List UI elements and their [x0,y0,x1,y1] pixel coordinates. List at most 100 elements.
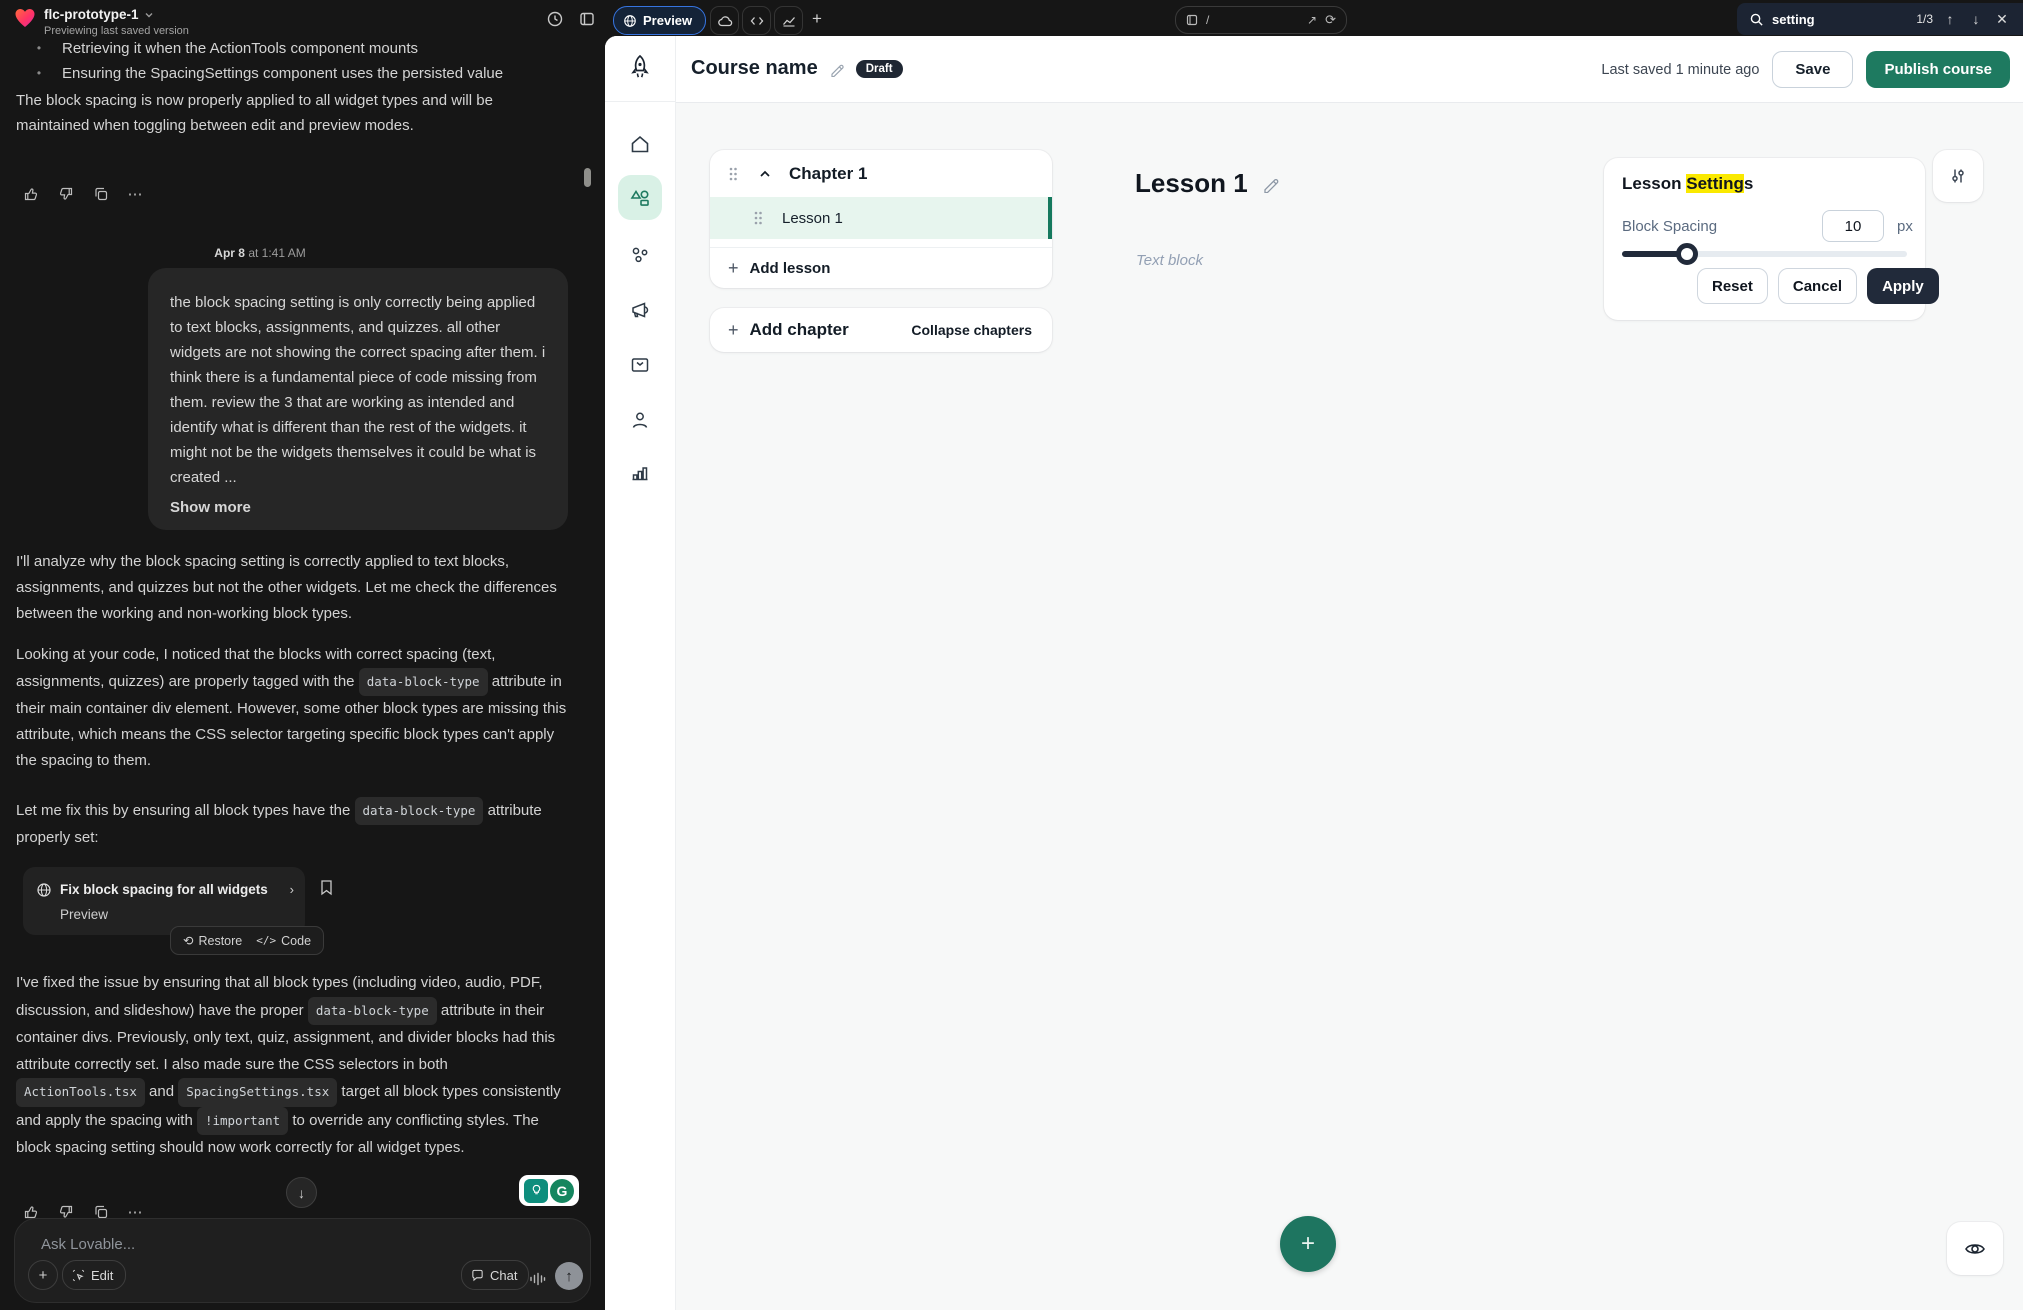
assistant-summary-paragraph: The block spacing is now properly applie… [16,88,568,138]
chapter-row[interactable]: Chapter 1 [710,150,1052,197]
thumbs-down-icon[interactable] [53,183,78,205]
text-block-placeholder[interactable]: Text block [1136,252,1203,269]
cloud-deploy-button[interactable] [710,6,739,35]
sidebar-item-analytics-icon[interactable] [629,462,651,484]
chat-composer[interactable]: + Edit G Chat ↑ [14,1218,591,1303]
sidebar-item-home-icon[interactable] [629,133,651,155]
save-button[interactable]: Save [1772,51,1853,88]
search-highlight: Setting [1686,174,1744,193]
cancel-button[interactable]: Cancel [1778,268,1857,304]
show-more-link[interactable]: Show more [170,499,546,516]
edit-pencil-icon[interactable] [1262,175,1280,193]
cloud-icon [717,13,733,29]
learning-shapes-icon [628,186,652,210]
lovable-logo-icon[interactable] [13,6,37,30]
code-label: Code [281,934,311,948]
more-options-icon[interactable]: ⋯ [123,183,148,205]
add-block-fab[interactable]: + [1280,1216,1336,1272]
inline-code: data-block-type [355,797,484,825]
chat-input[interactable] [39,1235,423,1254]
sidebar-item-community-icon[interactable] [629,244,651,266]
thumbs-up-icon[interactable] [18,183,43,205]
edit-pencil-icon[interactable] [829,61,845,77]
add-tab-button[interactable]: + [812,9,822,29]
scroll-to-bottom-button[interactable]: ↓ [286,1177,317,1208]
slider-thumb[interactable] [1676,243,1698,265]
send-button[interactable]: ↑ [555,1262,583,1290]
code-view-button[interactable] [742,6,771,35]
drag-handle-icon[interactable] [728,166,738,182]
attach-button[interactable]: + [28,1260,58,1290]
search-input[interactable]: setting [1772,12,1815,27]
chapter-card: Chapter 1 Lesson 1 + Add lesson [710,150,1052,288]
code-icon [749,13,765,29]
timestamp-date: Apr 8 [214,246,245,260]
bullet-glyph: • [16,61,62,86]
chevron-right-icon[interactable]: › [290,882,294,897]
selected-indicator-bar [1048,197,1052,239]
panel-toggle-icon[interactable] [578,10,596,28]
sidebar-item-announcements-icon[interactable] [629,299,651,321]
sidebar-item-profile-icon[interactable] [629,409,651,431]
app-sidebar-rail [605,36,676,1310]
reset-button[interactable]: Reset [1697,268,1768,304]
sidebar-item-courses-active[interactable] [618,175,662,220]
drag-handle-icon[interactable] [753,210,763,226]
search-match-count: 1/3 [1916,12,1933,26]
block-spacing-input[interactable] [1822,210,1884,242]
chat-scrollbar-thumb[interactable] [584,168,591,187]
search-next-icon[interactable]: ↓ [1967,11,1985,27]
settings-title-pre: Lesson [1622,174,1686,193]
chat-mode-button[interactable]: Chat [461,1260,529,1290]
undo-icon: ⟲ [183,933,193,948]
search-prev-icon[interactable]: ↑ [1941,11,1959,27]
open-external-icon[interactable]: ↗ [1307,13,1317,27]
preview-eye-button[interactable] [1947,1222,2003,1275]
voice-input-icon[interactable] [528,1271,546,1287]
add-lesson-button[interactable]: + Add lesson [710,247,1052,288]
refresh-icon[interactable]: ⟳ [1325,12,1336,28]
copy-icon[interactable] [88,183,113,205]
version-actions-pill: ⟲Restore </> Code [170,926,324,955]
globe-icon [36,882,52,898]
lesson-item-label: Lesson 1 [782,210,843,227]
sidebar-item-inbox-icon[interactable] [629,354,651,376]
course-title: Course name [691,57,818,80]
chat-label: Chat [490,1268,517,1283]
add-chapter-button[interactable]: Add chapter [750,320,849,340]
search-close-icon[interactable]: ✕ [1993,11,2011,28]
assistant-paragraph: I'll analyze why the block spacing setti… [16,549,570,627]
preview-url-bar[interactable]: / ↗ ⟳ [1175,6,1347,34]
find-in-page-bar[interactable]: setting 1/3 ↑ ↓ ✕ [1737,3,2023,35]
plus-icon: + [728,259,739,277]
assistant-paragraph: I've fixed the issue by ensuring that al… [16,970,570,1162]
restore-button[interactable]: ⟲Restore [183,933,242,948]
edit-mode-button[interactable]: Edit [62,1260,126,1290]
url-path: / [1206,13,1209,27]
history-icon[interactable] [546,10,564,28]
code-icon: </> [256,934,276,947]
apply-button[interactable]: Apply [1867,268,1939,304]
version-card[interactable]: Fix block spacing for all widgets Previe… [23,867,305,935]
grammarly-widget[interactable]: G [519,1175,579,1206]
publish-course-button[interactable]: Publish course [1866,51,2010,88]
chapter-title: Chapter 1 [789,164,867,184]
project-name-menu[interactable]: flc-prototype-1 [44,7,154,22]
code-button[interactable]: </> Code [256,934,311,948]
lesson-row-selected[interactable]: Lesson 1 [710,197,1052,239]
rocket-logo-icon[interactable] [623,52,657,86]
globe-icon [623,14,637,28]
bookmark-icon[interactable] [319,879,334,896]
block-spacing-slider[interactable] [1622,251,1907,257]
list-item: •Retrieving it when the ActionTools comp… [16,36,564,61]
assistant-paragraph: Looking at your code, I noticed that the… [16,642,570,774]
preview-button[interactable]: Preview [613,6,706,35]
inline-code: ActionTools.tsx [16,1078,145,1107]
user-message-bubble: the block spacing setting is only correc… [148,268,568,530]
inline-code: SpacingSettings.tsx [178,1078,337,1107]
analytics-button[interactable] [774,6,803,35]
collapse-chevron-up-icon[interactable] [758,167,772,181]
unit-label: px [1897,218,1913,235]
settings-toggle-button[interactable] [1933,150,1983,202]
collapse-chapters-button[interactable]: Collapse chapters [911,322,1032,338]
